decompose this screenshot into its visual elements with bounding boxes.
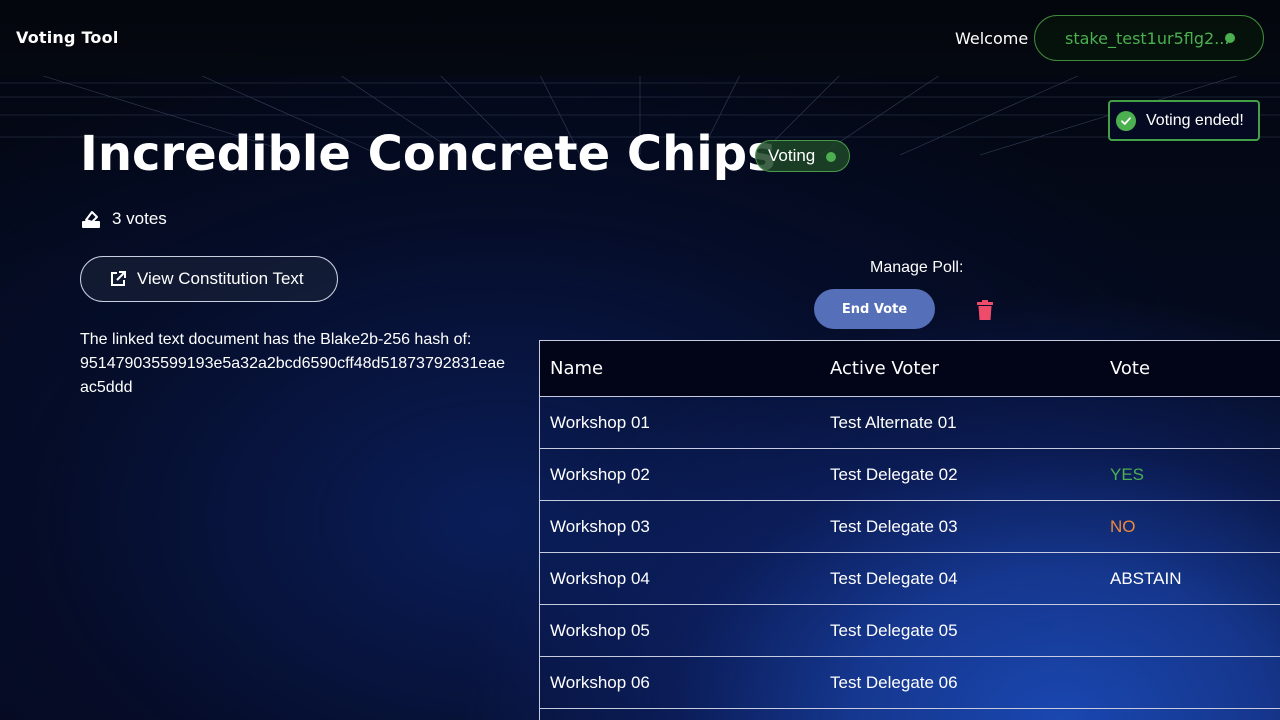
cell-name: Workshop 06 (550, 672, 650, 692)
wallet-address: stake_test1ur5flg2... (1065, 28, 1230, 48)
hash-intro-line: The linked text document has the Blake2b… (80, 331, 472, 348)
cell-voter: Test Delegate 06 (830, 672, 958, 692)
view-constitution-button[interactable]: View Constitution Text (80, 256, 338, 302)
voters-table: Name Active Voter Vote Workshop 01 Test … (539, 340, 1280, 720)
cell-name: Workshop 05 (550, 620, 650, 640)
status-badge: Voting (755, 140, 850, 172)
cell-vote: ABSTAIN (1110, 568, 1182, 588)
table-row[interactable]: Workshop 05 Test Delegate 05 (540, 605, 1280, 657)
wallet-connected-dot (1225, 33, 1235, 43)
status-dot (826, 152, 836, 162)
view-constitution-label: View Constitution Text (137, 269, 304, 288)
check-circle-icon (1116, 110, 1136, 131)
cell-name: Workshop 03 (550, 516, 650, 536)
delete-poll-button[interactable] (974, 299, 996, 321)
cell-voter: Test Delegate 04 (830, 568, 958, 588)
cell-name: Workshop 02 (550, 464, 650, 484)
top-header: Voting Tool Welcome stake_test1ur5flg2..… (0, 0, 1280, 76)
column-header-vote[interactable]: Vote (1100, 358, 1280, 379)
cell-voter: Test Alternate 01 (830, 412, 957, 432)
column-header-name[interactable]: Name (540, 358, 820, 379)
toast-message: Voting ended! (1146, 111, 1244, 129)
cell-name: Workshop 01 (550, 412, 650, 432)
table-row[interactable]: Workshop 04 Test Delegate 04 ABSTAIN (540, 553, 1280, 605)
external-link-icon (111, 271, 126, 286)
ballot-icon (82, 211, 100, 228)
status-label: Voting (768, 146, 816, 165)
poll-title: Incredible Concrete Chips (80, 126, 776, 182)
wallet-address-button[interactable]: stake_test1ur5flg2... (1034, 15, 1264, 61)
hash-value-line-1: 951479035599193e5a32a2bcd6590cff48d51873… (80, 355, 506, 372)
vote-count-label: 3 votes (112, 209, 167, 228)
table-row[interactable]: Workshop 03 Test Delegate 03 NO (540, 501, 1280, 553)
vote-count: 3 votes (80, 209, 167, 229)
table-row[interactable]: Workshop 02 Test Delegate 02 YES (540, 449, 1280, 501)
table-row[interactable]: Workshop 01 Test Alternate 01 (540, 397, 1280, 449)
table-row[interactable]: Workshop 06 Test Delegate 06 (540, 657, 1280, 709)
end-vote-button[interactable]: End Vote (814, 289, 935, 329)
cell-vote: YES (1110, 464, 1145, 484)
hash-description: The linked text document has the Blake2b… (80, 328, 550, 400)
hash-value-line-2: ac5ddd (80, 379, 133, 396)
cell-voter: Test Delegate 02 (830, 464, 958, 484)
cell-vote: NO (1110, 516, 1136, 536)
trash-icon (977, 300, 993, 320)
manage-poll-label: Manage Poll: (870, 259, 964, 276)
cell-voter: Test Delegate 03 (830, 516, 958, 536)
app-brand[interactable]: Voting Tool (16, 28, 119, 47)
table-header: Name Active Voter Vote (540, 341, 1280, 397)
column-header-active-voter[interactable]: Active Voter (820, 358, 1100, 379)
welcome-label: Welcome (955, 29, 1029, 48)
toast-notification: Voting ended! (1108, 100, 1260, 141)
cell-name: Workshop 04 (550, 568, 650, 588)
cell-voter: Test Delegate 05 (830, 620, 958, 640)
